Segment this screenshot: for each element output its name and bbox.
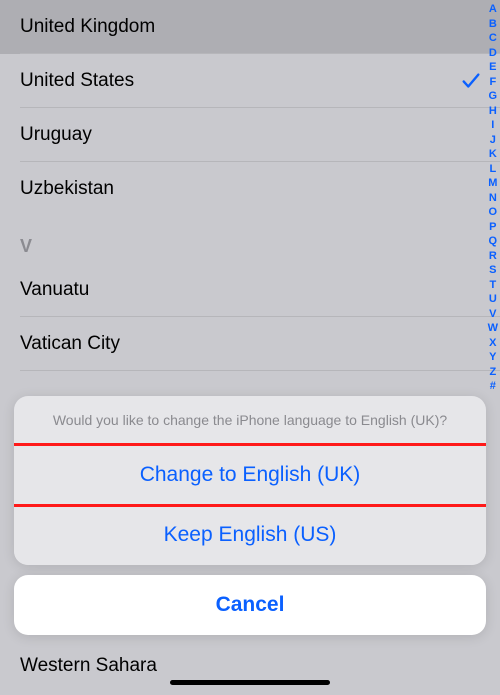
action-sheet: Would you like to change the iPhone lang… — [14, 396, 486, 635]
list-item[interactable]: United States — [0, 54, 500, 108]
sheet-title: Would you like to change the iPhone lang… — [14, 396, 486, 445]
list-item[interactable]: United Kingdom — [0, 0, 500, 54]
alphabet-index[interactable]: A B C D E F G H I J K L M N O P Q R S T … — [488, 2, 498, 394]
country-label: Vatican City — [20, 333, 120, 355]
keep-language-button[interactable]: Keep English (US) — [14, 505, 486, 565]
country-list: United Kingdom United States Uruguay Uzb… — [0, 0, 500, 371]
section-header-v: V — [0, 216, 500, 263]
cancel-button[interactable]: Cancel — [14, 575, 486, 635]
list-item[interactable]: Vatican City — [0, 317, 500, 371]
list-item[interactable]: Uruguay — [0, 108, 500, 162]
country-label: United States — [20, 70, 134, 92]
list-item[interactable]: Uzbekistan — [0, 162, 500, 216]
list-item[interactable]: Western Sahara — [0, 639, 500, 695]
checkmark-icon — [460, 70, 482, 92]
country-list-screen: United Kingdom United States Uruguay Uzb… — [0, 0, 500, 695]
country-label: Uzbekistan — [20, 178, 114, 200]
list-item[interactable]: Vanuatu — [0, 263, 500, 317]
country-label: Uruguay — [20, 124, 92, 146]
home-indicator[interactable] — [170, 680, 330, 685]
country-label: Western Sahara — [20, 655, 157, 676]
change-language-button[interactable]: Change to English (UK) — [14, 445, 486, 505]
country-label: Vanuatu — [20, 279, 89, 301]
country-label: United Kingdom — [20, 16, 155, 38]
